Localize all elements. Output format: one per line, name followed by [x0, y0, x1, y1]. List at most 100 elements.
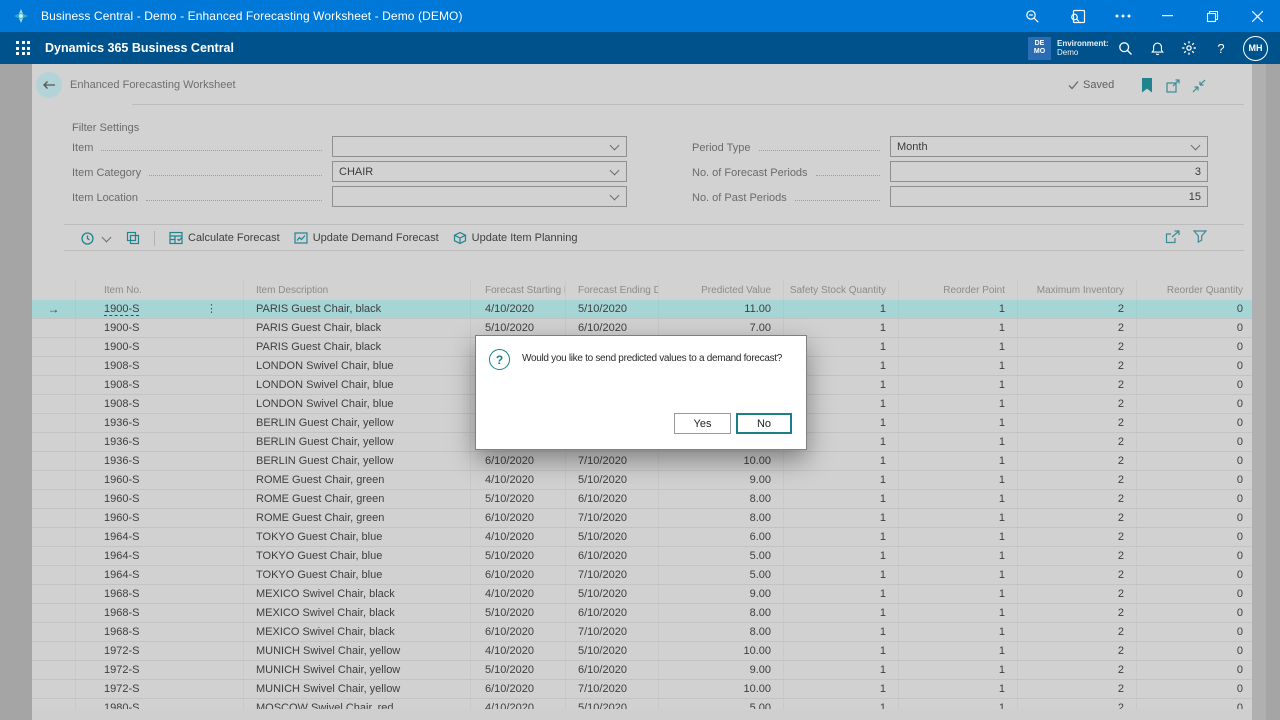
cell-forecast-starting-date[interactable]: 6/10/2020: [470, 509, 565, 527]
cell-predicted-value[interactable]: 9.00: [658, 661, 783, 679]
table-row[interactable]: → 1964-S⋮ TOKYO Guest Chair, blue 4/10/2…: [32, 528, 1252, 547]
row-selector[interactable]: →: [32, 300, 75, 318]
cell-reorder-quantity[interactable]: 0: [1136, 490, 1252, 508]
cell-safety-stock-quantity[interactable]: 1: [783, 661, 898, 679]
cell-safety-stock-quantity[interactable]: 1: [783, 604, 898, 622]
cell-safety-stock-quantity[interactable]: 1: [783, 585, 898, 603]
cell-maximum-inventory[interactable]: 2: [1017, 604, 1136, 622]
cell-safety-stock-quantity[interactable]: 1: [783, 680, 898, 698]
cell-maximum-inventory[interactable]: 2: [1017, 471, 1136, 489]
user-avatar[interactable]: MH: [1243, 36, 1268, 61]
cell-item-description[interactable]: MOSCOW Swivel Chair, red: [243, 699, 470, 709]
cell-item-no[interactable]: 1968-S⋮: [75, 623, 243, 641]
table-row[interactable]: → 1980-S⋮ MOSCOW Swivel Chair, red 4/10/…: [32, 699, 1252, 709]
cell-safety-stock-quantity[interactable]: 1: [783, 623, 898, 641]
cell-maximum-inventory[interactable]: 2: [1017, 376, 1136, 394]
table-row[interactable]: → 1972-S⋮ MUNICH Swivel Chair, yellow 6/…: [32, 680, 1252, 699]
cell-item-no[interactable]: 1960-S⋮: [75, 490, 243, 508]
col-header-predicted-value[interactable]: Predicted Value: [658, 280, 783, 300]
cell-predicted-value[interactable]: 5.00: [658, 566, 783, 584]
row-selector[interactable]: →: [32, 604, 75, 622]
item-category-dropdown[interactable]: CHAIR: [332, 161, 627, 182]
cell-predicted-value[interactable]: 10.00: [658, 452, 783, 470]
table-row[interactable]: → 1960-S⋮ ROME Guest Chair, green 5/10/2…: [32, 490, 1252, 509]
cell-reorder-quantity[interactable]: 0: [1136, 357, 1252, 375]
cell-safety-stock-quantity[interactable]: 1: [783, 490, 898, 508]
cell-maximum-inventory[interactable]: 2: [1017, 585, 1136, 603]
cell-forecast-ending-date[interactable]: 5/10/2020: [565, 699, 658, 709]
cell-item-description[interactable]: TOKYO Guest Chair, blue: [243, 547, 470, 565]
row-selector[interactable]: →: [32, 357, 75, 375]
row-selector[interactable]: →: [32, 490, 75, 508]
cell-item-no[interactable]: 1968-S⋮: [75, 585, 243, 603]
cell-item-description[interactable]: LONDON Swivel Chair, blue: [243, 395, 470, 413]
cell-reorder-quantity[interactable]: 0: [1136, 395, 1252, 413]
col-header-maximum-inventory[interactable]: Maximum Inventory: [1017, 280, 1136, 300]
cell-forecast-starting-date[interactable]: 4/10/2020: [470, 528, 565, 546]
cell-item-description[interactable]: PARIS Guest Chair, black: [243, 319, 470, 337]
copy-button[interactable]: [126, 231, 140, 245]
minimize-icon[interactable]: [1145, 0, 1190, 32]
row-more-icon[interactable]: ⋮: [206, 302, 217, 315]
past-periods-input[interactable]: 15: [890, 186, 1208, 207]
row-selector[interactable]: →: [32, 623, 75, 641]
environment-badge[interactable]: DE MO: [1028, 37, 1051, 60]
cell-forecast-ending-date[interactable]: 7/10/2020: [565, 566, 658, 584]
cell-forecast-ending-date[interactable]: 5/10/2020: [565, 642, 658, 660]
restore-window-icon[interactable]: [1190, 0, 1235, 32]
col-header-forecast-ending-date[interactable]: Forecast Ending Date: [565, 280, 658, 300]
cell-reorder-quantity[interactable]: 0: [1136, 547, 1252, 565]
cell-reorder-quantity[interactable]: 0: [1136, 338, 1252, 356]
cell-reorder-quantity[interactable]: 0: [1136, 433, 1252, 451]
cell-item-no[interactable]: 1908-S⋮: [75, 376, 243, 394]
cell-item-no[interactable]: 1900-S⋮: [75, 319, 243, 337]
table-row[interactable]: → 1968-S⋮ MEXICO Swivel Chair, black 4/1…: [32, 585, 1252, 604]
cell-maximum-inventory[interactable]: 2: [1017, 661, 1136, 679]
cell-forecast-starting-date[interactable]: 6/10/2020: [470, 452, 565, 470]
cell-item-description[interactable]: MEXICO Swivel Chair, black: [243, 585, 470, 603]
cell-item-description[interactable]: TOKYO Guest Chair, blue: [243, 528, 470, 546]
row-selector[interactable]: →: [32, 376, 75, 394]
cell-predicted-value[interactable]: 5.00: [658, 547, 783, 565]
cell-item-description[interactable]: MEXICO Swivel Chair, black: [243, 623, 470, 641]
cell-reorder-quantity[interactable]: 0: [1136, 604, 1252, 622]
cell-item-description[interactable]: ROME Guest Chair, green: [243, 509, 470, 527]
cell-maximum-inventory[interactable]: 2: [1017, 414, 1136, 432]
product-name[interactable]: Dynamics 365 Business Central: [45, 41, 234, 55]
cell-forecast-starting-date[interactable]: 5/10/2020: [470, 604, 565, 622]
cell-item-description[interactable]: TOKYO Guest Chair, blue: [243, 566, 470, 584]
row-selector[interactable]: →: [32, 319, 75, 337]
cell-reorder-point[interactable]: 1: [898, 585, 1017, 603]
table-row[interactable]: → 1968-S⋮ MEXICO Swivel Chair, black 5/1…: [32, 604, 1252, 623]
cell-reorder-quantity[interactable]: 0: [1136, 452, 1252, 470]
table-row[interactable]: → 1964-S⋮ TOKYO Guest Chair, blue 5/10/2…: [32, 547, 1252, 566]
cell-maximum-inventory[interactable]: 2: [1017, 699, 1136, 709]
cell-reorder-quantity[interactable]: 0: [1136, 528, 1252, 546]
cell-reorder-point[interactable]: 1: [898, 376, 1017, 394]
yes-button[interactable]: Yes: [674, 413, 731, 434]
cell-safety-stock-quantity[interactable]: 1: [783, 452, 898, 470]
col-header-safety-stock-quantity[interactable]: Safety Stock Quantity: [783, 280, 898, 300]
cell-item-no[interactable]: 1960-S⋮: [75, 471, 243, 489]
cell-reorder-quantity[interactable]: 0: [1136, 585, 1252, 603]
cell-reorder-point[interactable]: 1: [898, 452, 1017, 470]
cell-item-description[interactable]: BERLIN Guest Chair, yellow: [243, 433, 470, 451]
cell-reorder-point[interactable]: 1: [898, 623, 1017, 641]
cell-reorder-point[interactable]: 1: [898, 604, 1017, 622]
cell-forecast-starting-date[interactable]: 4/10/2020: [470, 585, 565, 603]
notifications-bell-icon[interactable]: [1141, 32, 1173, 64]
cell-item-no[interactable]: 1960-S⋮: [75, 509, 243, 527]
cell-safety-stock-quantity[interactable]: 1: [783, 509, 898, 527]
cell-predicted-value[interactable]: 11.00: [658, 300, 783, 318]
back-button[interactable]: [36, 72, 62, 98]
cell-reorder-point[interactable]: 1: [898, 357, 1017, 375]
cell-forecast-ending-date[interactable]: 7/10/2020: [565, 680, 658, 698]
cell-item-no[interactable]: 1972-S⋮: [75, 661, 243, 679]
row-selector[interactable]: →: [32, 585, 75, 603]
cell-maximum-inventory[interactable]: 2: [1017, 452, 1136, 470]
cell-item-no[interactable]: 1908-S⋮: [75, 357, 243, 375]
cell-predicted-value[interactable]: 8.00: [658, 490, 783, 508]
cell-forecast-starting-date[interactable]: 6/10/2020: [470, 623, 565, 641]
cell-item-description[interactable]: PARIS Guest Chair, black: [243, 338, 470, 356]
cell-item-no[interactable]: 1900-S⋮: [75, 300, 243, 318]
